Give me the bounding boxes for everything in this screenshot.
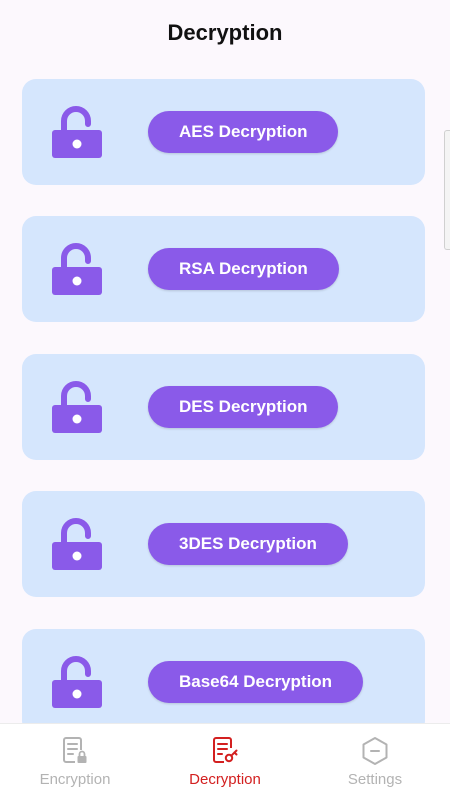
des-decryption-button[interactable]: DES Decryption [148,386,339,428]
unlock-icon [52,243,102,295]
card-des: DES Decryption [22,354,425,460]
tab-settings[interactable]: Settings [300,724,450,800]
tab-settings-label: Settings [347,771,403,788]
scrollbar-handle[interactable] [444,130,450,250]
unlock-icon [52,381,102,433]
tab-encryption-label: Encryption [39,771,111,788]
card-3des: 3DES Decryption [22,491,425,597]
decryption-document-icon [213,737,238,763]
settings-hexagon-icon [362,737,388,765]
tab-encryption[interactable]: Encryption [0,724,150,800]
page-title: Decryption [167,20,283,45]
card-rsa: RSA Decryption [22,216,425,322]
encryption-document-icon [63,737,87,763]
decryption-screen: Decryption AES Decryption RSA Decryption… [0,0,450,800]
card-aes: AES Decryption [22,79,425,185]
base64-decryption-button[interactable]: Base64 Decryption [148,661,364,703]
unlock-icon [52,106,102,158]
3des-decryption-button[interactable]: 3DES Decryption [148,523,348,565]
aes-decryption-button[interactable]: AES Decryption [148,111,339,153]
unlock-icon [52,518,102,570]
tab-decryption-label: Decryption [189,771,261,788]
bottom-navigation: Encryption Decryption Settings [0,723,450,800]
rsa-decryption-button[interactable]: RSA Decryption [148,248,339,290]
card-base64: Base64 Decryption [22,629,425,735]
tab-decryption[interactable]: Decryption [150,724,300,800]
unlock-icon [52,656,102,708]
